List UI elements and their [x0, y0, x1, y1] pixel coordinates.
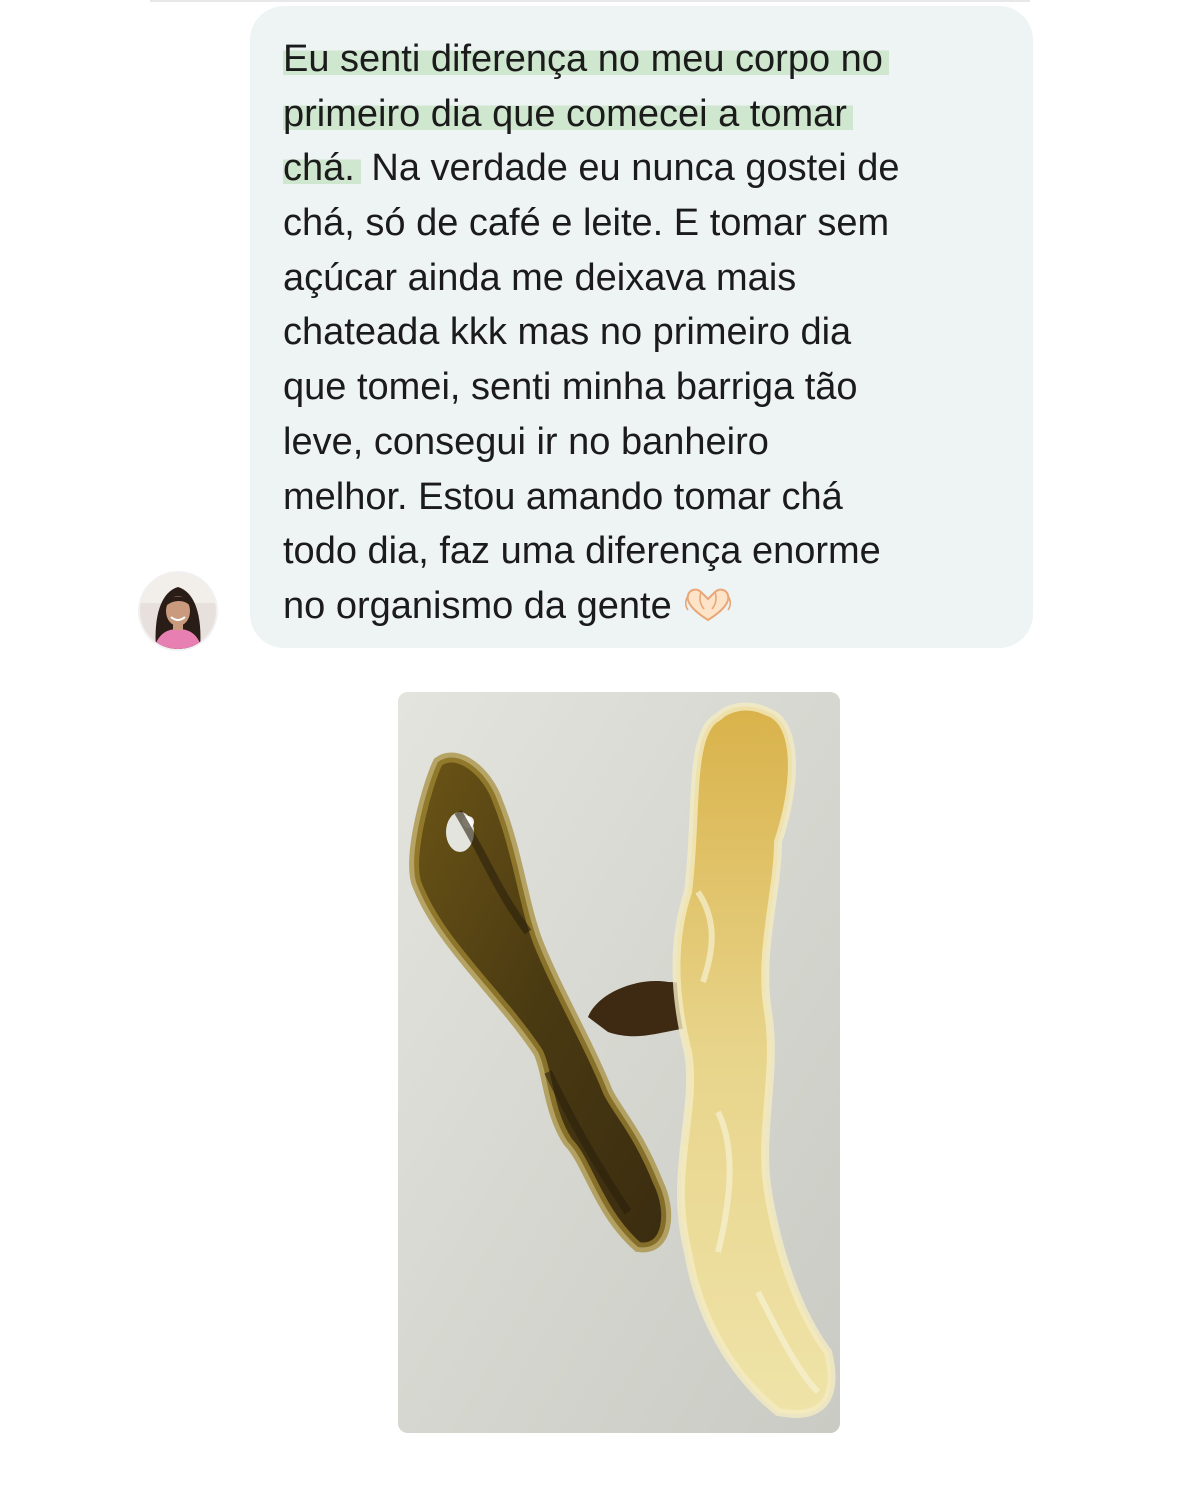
message-line: primeiro dia que comecei a tomar	[283, 87, 999, 142]
top-divider	[150, 0, 1030, 2]
message-bubble[interactable]: Eu senti diferença no meu corpo no prime…	[250, 6, 1033, 648]
message-text: no organismo da gente	[283, 584, 672, 627]
highlighted-text: chá.	[283, 147, 361, 190]
message-line: chateada kkk mas no primeiro dia	[283, 311, 852, 354]
message-line: melhor. Estou amando tomar chá	[283, 475, 843, 518]
message-line: leve, consegui ir no banheiro	[283, 420, 769, 463]
attached-photo[interactable]	[398, 692, 840, 1433]
avatar-photo	[140, 573, 216, 649]
highlighted-text: primeiro dia que comecei a tomar	[283, 92, 853, 135]
message-line: no organismo da gente	[283, 579, 999, 634]
message-line: todo dia, faz uma diferença enorme	[283, 530, 881, 573]
message-line: Eu senti diferença no meu corpo no	[283, 32, 999, 87]
message-line: chá. Na verdade eu nunca gostei de	[283, 141, 999, 196]
message-line: açúcar ainda me deixava mais	[283, 256, 797, 299]
photo-content	[398, 692, 840, 1433]
heart-hands-emoji	[684, 588, 731, 622]
message-line: que tomei, senti minha barriga tão	[283, 366, 858, 409]
message-line: chá, só de café e leite. E tomar sem	[283, 202, 890, 245]
highlighted-text: Eu senti diferença no meu corpo no	[283, 38, 889, 80]
sender-avatar[interactable]	[140, 573, 216, 649]
message-text: Na verdade eu nunca gostei de	[360, 147, 900, 190]
